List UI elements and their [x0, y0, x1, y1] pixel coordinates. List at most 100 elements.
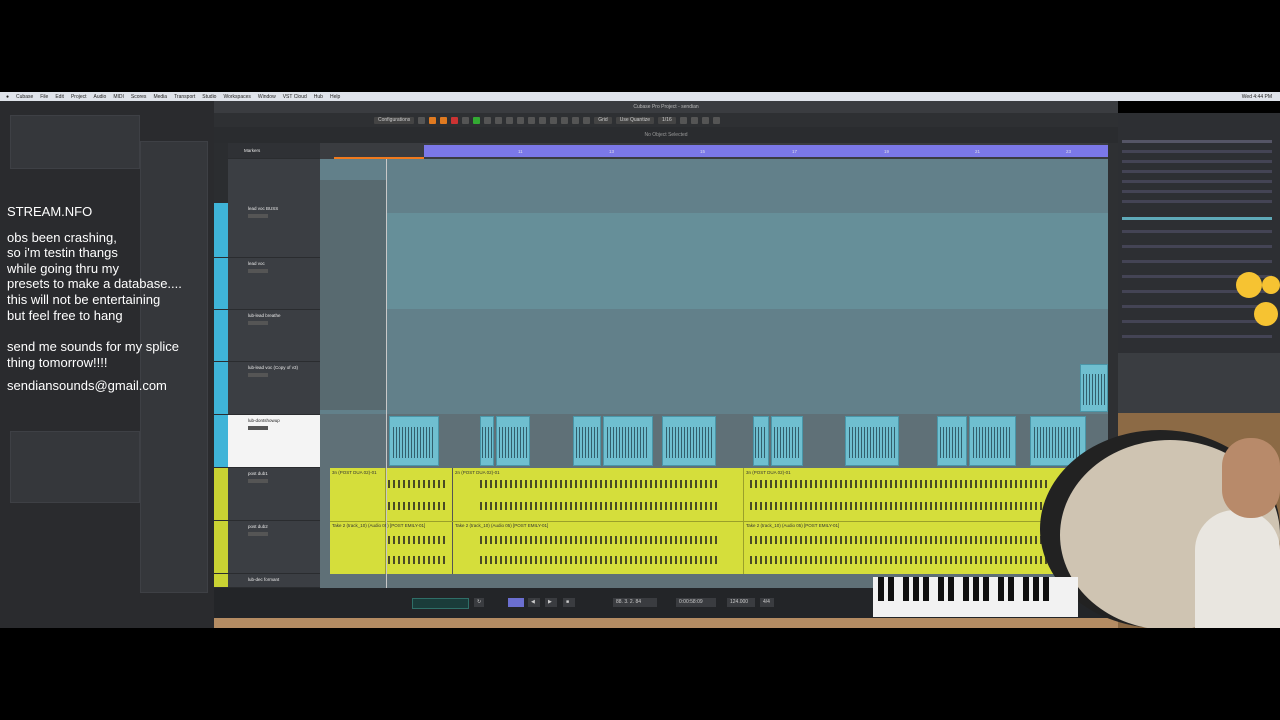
- audio-event[interactable]: [662, 416, 716, 466]
- track-header-selected[interactable]: lub-dontshowup: [214, 415, 320, 468]
- menu-project[interactable]: Project: [71, 94, 87, 100]
- time-display[interactable]: 0:00:58:09: [676, 598, 716, 607]
- track-controls[interactable]: [248, 532, 268, 536]
- track-controls[interactable]: [248, 373, 268, 377]
- go-to-start-button[interactable]: ◀: [528, 598, 540, 607]
- track-controls[interactable]: [248, 269, 268, 273]
- media-row[interactable]: [1122, 170, 1272, 173]
- play-button[interactable]: ▶: [545, 598, 557, 607]
- cycle-range[interactable]: [424, 145, 1112, 157]
- menu-audio[interactable]: Audio: [94, 94, 107, 100]
- split-tool-icon[interactable]: [506, 116, 514, 124]
- audio-event[interactable]: [937, 416, 967, 466]
- configurations-select[interactable]: Configurations: [374, 116, 415, 124]
- media-row[interactable]: [1122, 230, 1272, 233]
- grid-type-select[interactable]: Grid: [594, 116, 612, 124]
- menu-file[interactable]: File: [40, 94, 48, 100]
- menu-window[interactable]: Window: [258, 94, 276, 100]
- snap-toggle-icon[interactable]: [583, 116, 591, 124]
- project-cursor[interactable]: [386, 159, 387, 588]
- toolbar-button[interactable]: [679, 116, 687, 124]
- apple-icon[interactable]: ●: [6, 94, 9, 100]
- toolbar-button[interactable]: [690, 116, 698, 124]
- quantize-value-select[interactable]: 1/16: [658, 116, 676, 124]
- waveform: [388, 556, 448, 564]
- track-controls[interactable]: [248, 321, 268, 325]
- marker-track[interactable]: Markers: [228, 143, 320, 159]
- range-tool-icon[interactable]: [495, 116, 503, 124]
- track-header[interactable]: lub-dec formant: [214, 574, 320, 588]
- quantize-select[interactable]: Use Quantize: [615, 116, 654, 124]
- track-header[interactable]: lead voc BUSS: [214, 203, 320, 258]
- media-row[interactable]: [1122, 245, 1272, 248]
- audio-event[interactable]: [845, 416, 899, 466]
- media-row[interactable]: [1122, 305, 1272, 308]
- menu-hub[interactable]: Hub: [314, 94, 323, 100]
- audio-event[interactable]: [480, 416, 494, 466]
- track-color: [214, 203, 228, 257]
- tempo-display[interactable]: 124.000: [727, 598, 755, 607]
- media-row[interactable]: [1122, 150, 1272, 153]
- track-header[interactable]: lub-lead breathe: [214, 310, 320, 362]
- automation-lane[interactable]: [320, 213, 1112, 309]
- media-row[interactable]: [1122, 260, 1272, 263]
- audio-event[interactable]: [753, 416, 769, 466]
- play-tool-icon[interactable]: [572, 116, 580, 124]
- media-row[interactable]: [1122, 320, 1272, 323]
- waveform: [666, 426, 712, 459]
- toolbar-button[interactable]: [440, 116, 448, 124]
- draw-tool-icon[interactable]: [561, 116, 569, 124]
- signature-display[interactable]: 4/4: [760, 598, 774, 607]
- track-header[interactable]: post dub2: [214, 521, 320, 574]
- glue-tool-icon[interactable]: [517, 116, 525, 124]
- media-row[interactable]: [1122, 180, 1272, 183]
- erase-tool-icon[interactable]: [528, 116, 536, 124]
- toolbar-button[interactable]: [712, 116, 720, 124]
- waveform: [498, 426, 528, 459]
- stop-button[interactable]: ■: [563, 598, 575, 607]
- menu-media[interactable]: Media: [153, 94, 167, 100]
- audio-event[interactable]: [496, 416, 530, 466]
- menu-help[interactable]: Help: [330, 94, 340, 100]
- media-row[interactable]: [1122, 200, 1272, 203]
- media-row-selected[interactable]: [1122, 217, 1272, 220]
- toolbar-button[interactable]: [462, 116, 470, 124]
- audio-event[interactable]: [573, 416, 601, 466]
- menu-studio[interactable]: Studio: [202, 94, 216, 100]
- audio-event[interactable]: [389, 416, 439, 466]
- menu-vst-cloud[interactable]: VST Cloud: [283, 94, 307, 100]
- track-header[interactable]: lead voc: [214, 258, 320, 310]
- object-select-tool-icon[interactable]: [484, 116, 492, 124]
- media-row[interactable]: [1122, 190, 1272, 193]
- track-controls[interactable]: [248, 479, 268, 483]
- track-header[interactable]: lub-lead voc (Copy of v3): [214, 362, 320, 415]
- track-controls[interactable]: [248, 426, 268, 430]
- menu-cubase[interactable]: Cubase: [16, 94, 33, 100]
- zoom-tool-icon[interactable]: [539, 116, 547, 124]
- toolbar-button[interactable]: [429, 116, 437, 124]
- mute-tool-icon[interactable]: [550, 116, 558, 124]
- audio-event[interactable]: [603, 416, 653, 466]
- cycle-toggle-button[interactable]: [508, 598, 524, 607]
- toolbar-button[interactable]: [473, 116, 481, 124]
- track-controls[interactable]: [248, 214, 268, 218]
- toolbar-button[interactable]: [418, 116, 426, 124]
- audio-event[interactable]: [771, 416, 803, 466]
- media-row[interactable]: [1122, 160, 1272, 163]
- toolbar-button[interactable]: [701, 116, 709, 124]
- cycle-button[interactable]: ↻: [474, 598, 484, 607]
- audio-event[interactable]: [969, 416, 1016, 466]
- position-display[interactable]: 88. 3. 2. 84: [613, 598, 657, 607]
- menu-workspaces[interactable]: Workspaces: [223, 94, 250, 100]
- menu-transport[interactable]: Transport: [174, 94, 195, 100]
- toolbar-button[interactable]: [451, 116, 459, 124]
- streamer-shirt: [1195, 510, 1280, 628]
- stream-info-text: STREAM.NFO obs been crashing, so i'm tes…: [7, 204, 212, 394]
- menu-scores[interactable]: Scores: [131, 94, 147, 100]
- audio-event[interactable]: [1080, 364, 1108, 412]
- menu-edit[interactable]: Edit: [55, 94, 64, 100]
- track-header[interactable]: post dub1: [214, 468, 320, 521]
- media-row[interactable]: [1122, 335, 1272, 338]
- menu-midi[interactable]: MIDI: [113, 94, 124, 100]
- media-row[interactable]: [1122, 140, 1272, 143]
